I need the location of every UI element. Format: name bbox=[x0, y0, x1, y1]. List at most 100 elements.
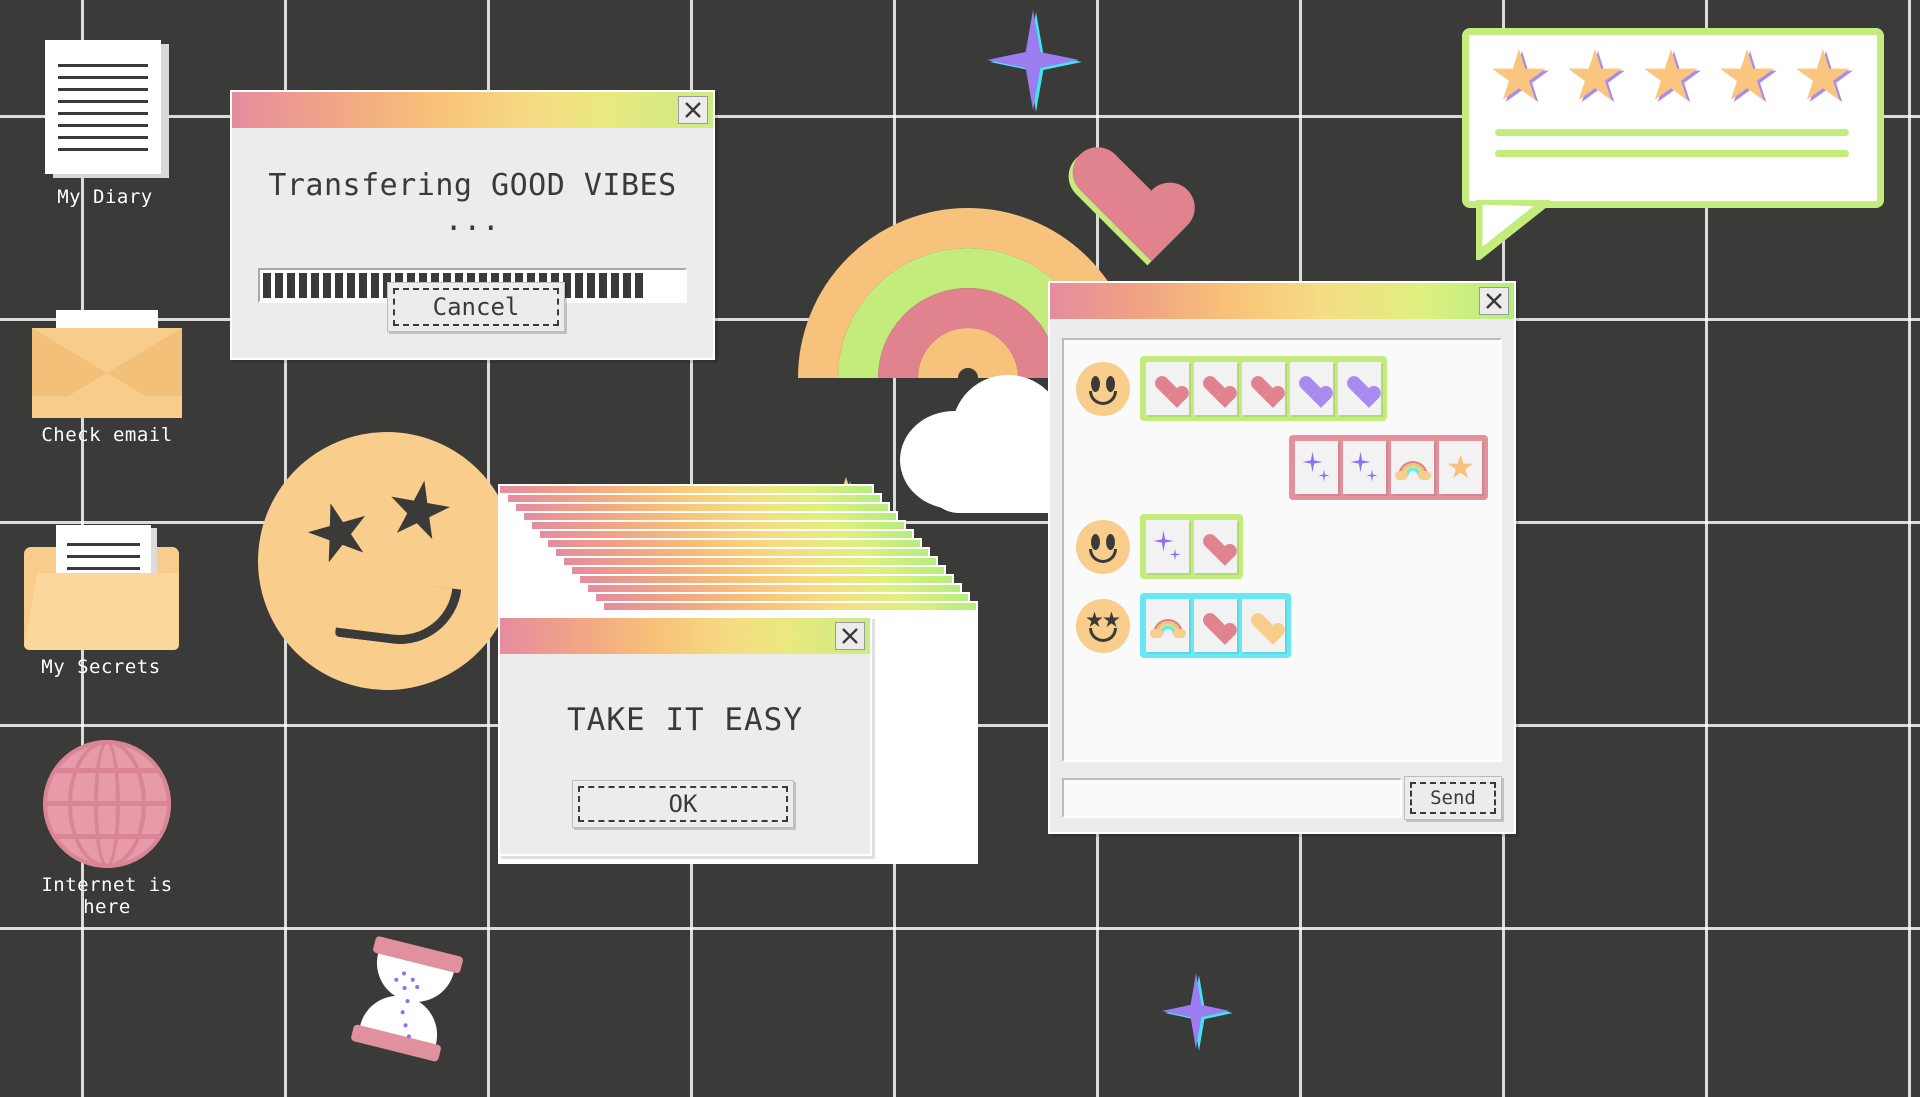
chat-bubble bbox=[1140, 356, 1387, 421]
rainbow-icon bbox=[1394, 456, 1431, 480]
chat-tile-heart-purple[interactable] bbox=[1338, 362, 1381, 415]
chat-bubble bbox=[1140, 593, 1291, 658]
chat-message-row bbox=[1076, 514, 1488, 579]
cancel-button[interactable]: Cancel bbox=[387, 282, 565, 332]
desktop-background: My Diary @ Check email My Secrets bbox=[0, 0, 1920, 1097]
heart-icon bbox=[1203, 377, 1229, 400]
star-icon bbox=[1719, 49, 1779, 107]
heart-icon-pink bbox=[1068, 150, 1164, 236]
document-icon bbox=[10, 30, 200, 180]
take-it-easy-window[interactable]: TAKE IT EASY OK bbox=[498, 616, 872, 856]
desktop-icon-check-email[interactable]: @ Check email bbox=[12, 268, 202, 446]
chat-tile-heart-pink[interactable] bbox=[1194, 599, 1237, 652]
send-button[interactable]: Send bbox=[1404, 776, 1502, 820]
heart-icon bbox=[1203, 535, 1229, 558]
star-icon bbox=[1567, 49, 1627, 107]
big-smiley-face-icon bbox=[258, 432, 516, 690]
desktop-icon-label: My Secrets bbox=[41, 656, 161, 678]
sparkle-icon-top bbox=[987, 10, 1082, 112]
progress-segment bbox=[635, 273, 643, 298]
desktop-icon-internet[interactable]: Internet is here bbox=[12, 718, 202, 918]
transfer-message: Transfering GOOD VIBES ... bbox=[268, 168, 677, 238]
sparkle-icon-bottom bbox=[1162, 973, 1233, 1051]
chat-message-row bbox=[1076, 593, 1488, 658]
progress-segment bbox=[347, 273, 355, 298]
sparkle-icon bbox=[1350, 451, 1380, 484]
desktop-icon-label: My Diary bbox=[57, 186, 153, 208]
speech-bubble-tail bbox=[1476, 200, 1551, 260]
chat-tile-star-orange[interactable] bbox=[1439, 441, 1482, 494]
review-text-lines bbox=[1469, 107, 1877, 157]
chat-tile-heart-pink[interactable] bbox=[1194, 362, 1237, 415]
progress-segment bbox=[359, 273, 367, 298]
progress-segment bbox=[287, 273, 295, 298]
folder-icon bbox=[6, 500, 196, 650]
progress-segment bbox=[587, 273, 595, 298]
chat-input[interactable] bbox=[1062, 778, 1402, 818]
titlebar[interactable] bbox=[232, 92, 713, 128]
heart-icon bbox=[1299, 377, 1325, 400]
close-icon[interactable] bbox=[678, 96, 708, 124]
desktop-icon-my-secrets[interactable]: My Secrets bbox=[6, 500, 196, 678]
chat-tile-heart-pink[interactable] bbox=[1242, 362, 1285, 415]
chat-tile-heart-purple[interactable] bbox=[1290, 362, 1333, 415]
chat-tile-heart-orange[interactable] bbox=[1242, 599, 1285, 652]
progress-segment bbox=[299, 273, 307, 298]
transfer-dialog-window[interactable]: Transfering GOOD VIBES ... Cancel bbox=[230, 90, 715, 360]
chat-tile-rainbow[interactable] bbox=[1146, 599, 1189, 652]
close-icon[interactable] bbox=[1479, 287, 1509, 315]
star-icon bbox=[1448, 454, 1473, 479]
chat-tile-sparkle-purple[interactable] bbox=[1146, 520, 1189, 573]
ok-button[interactable]: OK bbox=[572, 780, 794, 828]
heart-icon bbox=[1251, 377, 1277, 400]
heart-icon bbox=[1347, 377, 1373, 400]
sparkle-icon bbox=[1153, 530, 1183, 563]
progress-segment bbox=[623, 273, 631, 298]
star-icon bbox=[1795, 49, 1855, 107]
cancel-button-label: Cancel bbox=[393, 288, 559, 326]
progress-segment bbox=[611, 273, 619, 298]
hourglass-icon bbox=[348, 935, 466, 1063]
close-icon[interactable] bbox=[835, 622, 865, 650]
titlebar[interactable] bbox=[500, 618, 870, 654]
progress-segment bbox=[371, 273, 379, 298]
star-icon bbox=[1491, 49, 1551, 107]
chat-window[interactable]: Send bbox=[1048, 281, 1516, 834]
envelope-icon: @ bbox=[12, 268, 202, 418]
heart-icon bbox=[1251, 614, 1277, 637]
chat-message-row bbox=[1076, 356, 1488, 421]
star-rating bbox=[1469, 35, 1877, 107]
chat-tile-heart-pink[interactable] bbox=[1146, 362, 1189, 415]
desktop-icon-label: Internet is here bbox=[41, 874, 173, 918]
chat-bubble bbox=[1289, 435, 1488, 500]
titlebar[interactable] bbox=[1050, 283, 1514, 319]
progress-segment bbox=[575, 273, 583, 298]
chat-tile-rainbow[interactable] bbox=[1391, 441, 1434, 494]
progress-segment bbox=[335, 273, 343, 298]
sparkle-icon bbox=[1302, 451, 1332, 484]
desktop-icon-label: Check email bbox=[41, 424, 173, 446]
chat-tile-sparkle-purple[interactable] bbox=[1295, 441, 1338, 494]
send-button-label: Send bbox=[1410, 782, 1496, 814]
avatar bbox=[1076, 519, 1130, 574]
avatar bbox=[1076, 598, 1130, 653]
progress-segment bbox=[599, 273, 607, 298]
globe-icon bbox=[12, 718, 202, 868]
progress-segment bbox=[311, 273, 319, 298]
ok-button-label: OK bbox=[578, 786, 788, 822]
chat-bubble bbox=[1140, 514, 1243, 579]
chat-message-row bbox=[1076, 435, 1488, 500]
review-speech-bubble bbox=[1462, 28, 1884, 260]
heart-icon bbox=[1155, 377, 1181, 400]
chat-tile-heart-pink[interactable] bbox=[1194, 520, 1237, 573]
progress-segment bbox=[263, 273, 271, 298]
progress-segment bbox=[275, 273, 283, 298]
avatar bbox=[1076, 361, 1130, 416]
star-icon bbox=[1643, 49, 1703, 107]
heart-icon bbox=[1203, 614, 1229, 637]
chat-tile-sparkle-purple[interactable] bbox=[1343, 441, 1386, 494]
desktop-icon-my-diary[interactable]: My Diary bbox=[10, 30, 200, 208]
chat-message-list bbox=[1062, 338, 1502, 762]
rainbow-icon bbox=[1149, 614, 1186, 638]
progress-segment bbox=[323, 273, 331, 298]
